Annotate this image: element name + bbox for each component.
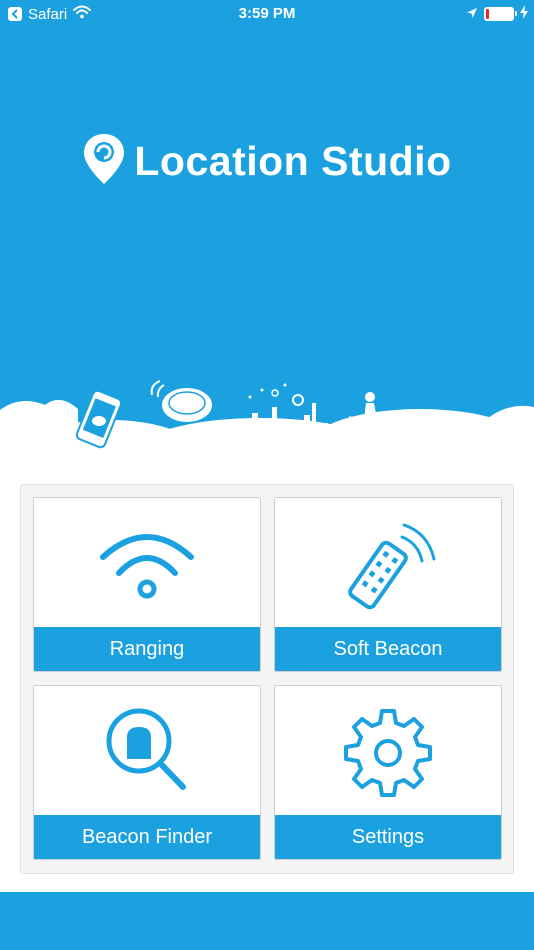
status-bar: Safari 3:59 PM — [0, 0, 534, 28]
charging-bolt-icon — [520, 5, 528, 23]
cloud-banner-illustration — [0, 380, 534, 485]
magnifier-icon — [34, 686, 260, 816]
location-pin-icon — [82, 132, 126, 191]
menu-panel: Ranging Soft Beacon Beacon Finder Settin… — [20, 484, 514, 874]
beacon-finder-tile[interactable]: Beacon Finder — [33, 685, 261, 860]
soft-beacon-tile[interactable]: Soft Beacon — [274, 497, 502, 672]
app-logo: Location Studio — [0, 132, 534, 191]
settings-tile[interactable]: Settings — [274, 685, 502, 860]
bottom-bar — [0, 892, 534, 950]
city-skyline-illustration-icon — [242, 383, 328, 450]
soft-beacon-label: Soft Beacon — [275, 627, 501, 671]
app-title: Location Studio — [134, 138, 452, 184]
gear-icon — [275, 686, 501, 816]
beacon-finder-label: Beacon Finder — [34, 815, 260, 859]
wifi-icon — [34, 498, 260, 628]
ranging-label: Ranging — [34, 627, 260, 671]
ranging-tile[interactable]: Ranging — [33, 497, 261, 672]
beacon-device-illustration-icon — [150, 380, 214, 424]
remote-beacon-icon — [275, 498, 501, 628]
battery-icon — [484, 7, 517, 21]
clock: 3:59 PM — [238, 5, 296, 22]
location-arrow-icon — [466, 6, 478, 23]
settings-label: Settings — [275, 815, 501, 859]
